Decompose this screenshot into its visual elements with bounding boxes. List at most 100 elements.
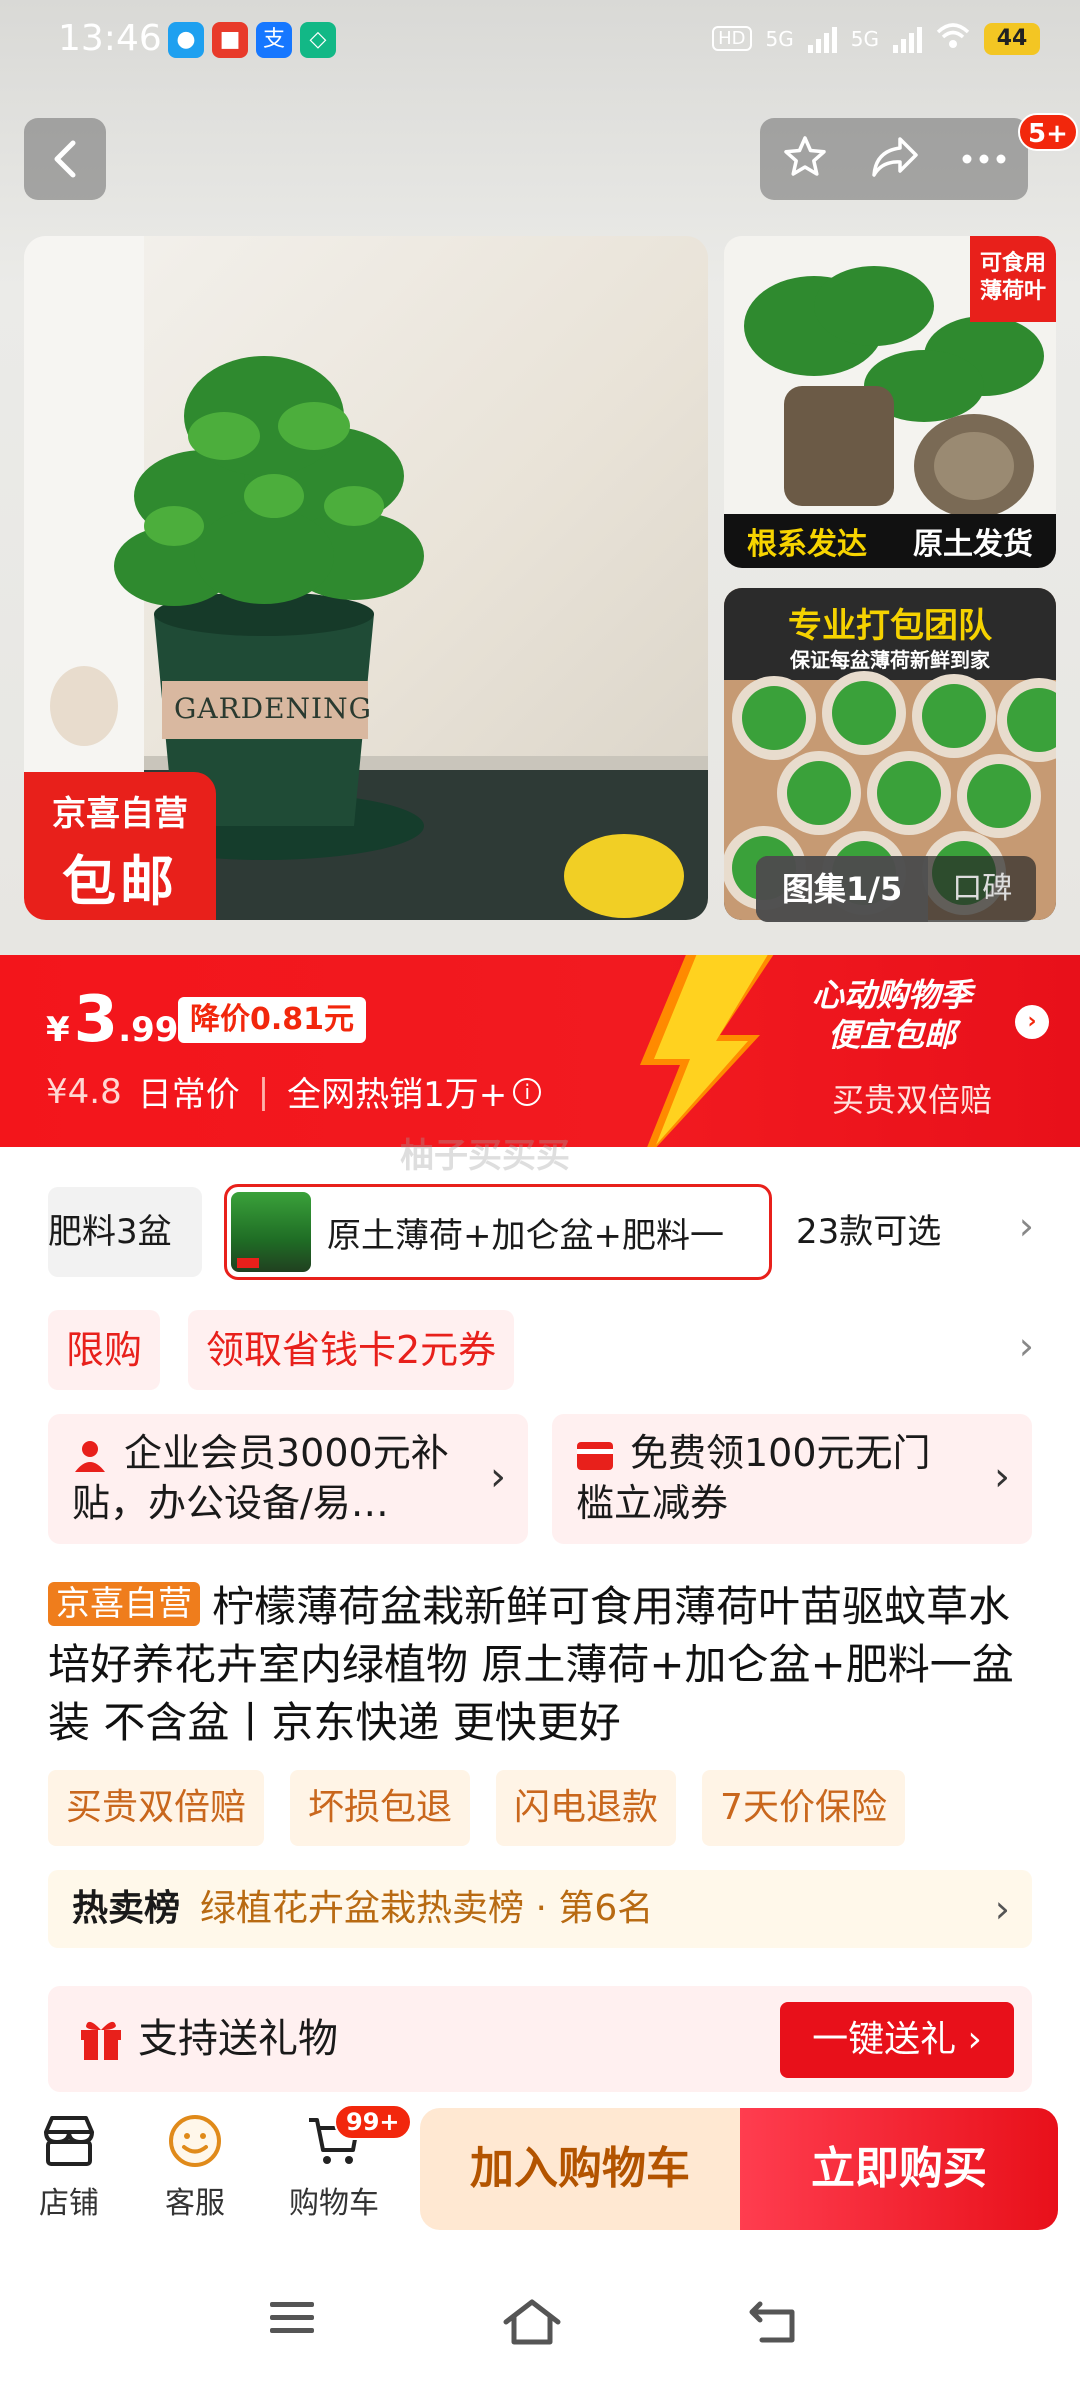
- packing-team-title: 专业打包团队: [788, 606, 992, 646]
- app-icon: ■: [212, 22, 248, 58]
- lightning-icon: [640, 955, 774, 1147]
- gift-row: 支持送礼物 一键送礼 ›: [48, 1986, 1032, 2092]
- share-icon: [872, 137, 918, 177]
- cart-tab[interactable]: 99+ 购物车: [274, 2104, 412, 2222]
- home-icon: [503, 2299, 561, 2345]
- buy-now-button[interactable]: 立即购买: [740, 2108, 1058, 2230]
- self-operated-label: 京喜自营: [52, 794, 188, 834]
- home-button[interactable]: [500, 2296, 580, 2356]
- system-navigation-bar: [0, 2252, 1080, 2400]
- service-tag: 买贵双倍赔: [48, 1770, 265, 1846]
- sku-option[interactable]: 肥料3盆: [48, 1187, 202, 1277]
- price-drop-badge: 降价0.81元: [178, 997, 367, 1043]
- ranking-label: 热卖榜: [72, 1888, 181, 1929]
- menu-button[interactable]: [262, 2296, 342, 2356]
- star-icon: [783, 136, 826, 176]
- bottom-action-bar: 店铺 客服 99+ 购物车 加入购物车 立即购买: [0, 2102, 1080, 2252]
- roots-label: 根系发达: [747, 527, 867, 562]
- signal-icon: [807, 25, 837, 53]
- back-icon: [54, 140, 76, 178]
- hot-sales-label: 全网热销1万+: [287, 1075, 508, 1115]
- pot-label: GARDENING: [174, 692, 372, 725]
- purchase-limit-tag: 限购: [48, 1310, 161, 1390]
- hd-icon: HD: [712, 26, 752, 51]
- reviews-tab[interactable]: 口碑: [928, 856, 1036, 922]
- cart-label: 购物车: [289, 2186, 379, 2221]
- customer-service-tab[interactable]: 客服: [140, 2112, 250, 2222]
- sku-selector: 肥料3盆 原土薄荷+加仑盆+肥料一 23款可选 ›: [0, 1182, 1080, 1282]
- divider: |: [257, 1071, 270, 1112]
- product-hero: 13:46 ● ■ 支 ◇ HD 5G 5G 44 5+ GARDENING 京…: [0, 0, 1080, 955]
- share-button[interactable]: [870, 135, 920, 183]
- status-time: 13:46: [58, 18, 162, 59]
- price-currency: ¥: [46, 1010, 70, 1050]
- chevron-right-icon[interactable]: ›: [1015, 1005, 1049, 1039]
- status-icons: HD 5G 5G 44: [712, 22, 1040, 55]
- price-banner: ¥ 3 .99 降价0.81元 ¥4.8 日常价 | 全网热销1万+ i 心动购…: [0, 955, 1080, 1147]
- alipay-icon: 支: [256, 22, 292, 58]
- store-icon: [44, 2116, 94, 2166]
- card-icon: [577, 1441, 613, 1470]
- user-icon: [75, 1440, 105, 1472]
- price-decimal: .99: [118, 1010, 179, 1050]
- promo-line1: 心动购物季: [812, 976, 973, 1014]
- original-price-label: 日常价: [137, 1075, 240, 1115]
- cart-count-badge: 99+: [334, 2104, 412, 2140]
- service-tag: 坏损包退: [290, 1770, 471, 1846]
- service-tags[interactable]: 买贵双倍赔 坏损包退 闪电退款 7天价保险: [48, 1770, 905, 1846]
- free-shipping-label: 包邮: [62, 850, 178, 913]
- promo-line2: 便宜包邮: [828, 1016, 957, 1054]
- network-label: 5G: [850, 26, 879, 51]
- watermark: 柚子买买买: [400, 1136, 570, 1176]
- add-to-cart-button[interactable]: 加入购物车: [420, 2108, 740, 2230]
- back-button[interactable]: [24, 118, 106, 200]
- chevron-right-icon[interactable]: ›: [1019, 1204, 1034, 1248]
- customer-service-icon: [169, 2115, 221, 2167]
- promo-title[interactable]: 心动购物季 便宜包邮: [812, 975, 972, 1055]
- signal-icon: [893, 25, 922, 53]
- favorite-button[interactable]: [781, 133, 829, 185]
- sku-option-selected[interactable]: 原土薄荷+加仑盆+肥料一: [224, 1184, 772, 1280]
- chevron-right-icon: ›: [490, 1454, 506, 1500]
- gift-label: 支持送礼物: [138, 2016, 338, 2062]
- shield-app-icon: ◇: [300, 22, 336, 58]
- gift-icon: [81, 2021, 121, 2060]
- return-icon: [749, 2301, 795, 2343]
- product-title: 京喜自营 柠檬薄荷盆栽新鲜可食用薄荷叶苗驱蚊草水培好养花卉室内绿植物 原土薄荷+加…: [48, 1578, 1038, 1752]
- promo-subtitle: 买贵双倍赔: [832, 1081, 993, 1119]
- service-tag: 7天价保险: [702, 1770, 905, 1846]
- chevron-right-icon[interactable]: ›: [1019, 1324, 1034, 1368]
- packing-team-subtitle: 保证每盆薄荷新鲜到家: [790, 648, 990, 672]
- info-icon[interactable]: i: [513, 1077, 542, 1106]
- coupon-benefit-card[interactable]: 免费领100元无门槛立减券 ›: [552, 1414, 1032, 1544]
- wifi-icon: [936, 22, 970, 55]
- chevron-right-icon: ›: [994, 1887, 1010, 1931]
- original-price: ¥4.8: [46, 1071, 122, 1112]
- main-product-image[interactable]: GARDENING 京喜自营 包邮: [24, 236, 708, 920]
- sku-option-label: 肥料3盆: [48, 1212, 172, 1252]
- more-icon: [962, 154, 1006, 163]
- send-gift-button[interactable]: 一键送礼 ›: [780, 2002, 1014, 2078]
- enterprise-benefit-card[interactable]: 企业会员3000元补贴，办公设备/易… ›: [48, 1414, 528, 1544]
- ranking-row[interactable]: 热卖榜 绿植花卉盆栽热卖榜 · 第6名 ›: [48, 1870, 1032, 1948]
- qq-icon: ●: [168, 22, 204, 58]
- sku-count[interactable]: 23款可选: [796, 1182, 941, 1282]
- side-image-roots[interactable]: 可食用薄荷叶 根系发达 原土发货: [724, 236, 1056, 568]
- menu-icon: [270, 2302, 314, 2333]
- coupon-tag[interactable]: 领取省钱卡2元券: [188, 1310, 515, 1390]
- benefit-text: 免费领100元无门槛立减券: [576, 1431, 931, 1525]
- sku-option-label: 原土薄荷+加仑盆+肥料一: [327, 1215, 724, 1256]
- price-integer: 3: [73, 983, 119, 1057]
- header-actions: [760, 118, 1028, 200]
- benefit-text: 企业会员3000元补贴，办公设备/易…: [72, 1431, 449, 1525]
- gallery-tab[interactable]: 图集1/5: [756, 856, 929, 922]
- ranking-value: 绿植花卉盆栽热卖榜 · 第6名: [200, 1888, 654, 1929]
- back-nav-button[interactable]: [744, 2296, 824, 2356]
- current-price: ¥ 3 .99: [46, 983, 178, 1057]
- store-tab[interactable]: 店铺: [14, 2112, 124, 2222]
- store-label: 店铺: [39, 2186, 99, 2221]
- battery-icon: 44: [984, 22, 1040, 55]
- sku-thumbnail: [231, 1192, 311, 1272]
- status-bar: 13:46 ● ■ 支 ◇ HD 5G 5G 44: [0, 0, 1080, 84]
- more-button[interactable]: [961, 150, 1007, 169]
